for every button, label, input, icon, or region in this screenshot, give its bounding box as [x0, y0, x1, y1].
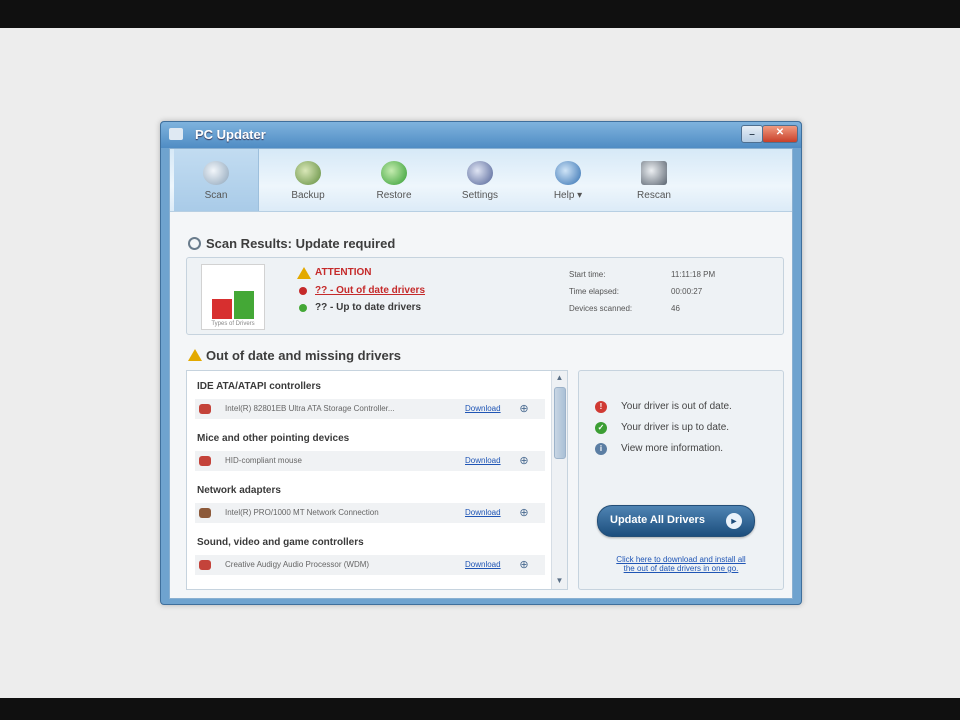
info-icon[interactable]: ⊕ — [517, 506, 531, 520]
legend-out-of-date: Your driver is out of date. — [621, 401, 732, 412]
download-all-link[interactable]: Click here to download and install all t… — [589, 555, 773, 573]
legend-panel: ! Your driver is out of date. ✓ Your dri… — [578, 370, 784, 590]
driver-name: Intel(R) PRO/1000 MT Network Connection — [225, 508, 379, 517]
drivers-section-title: Out of date and missing drivers — [206, 348, 402, 363]
help-icon — [555, 161, 581, 185]
download-all-line-2: the out of date drivers in one go. — [623, 564, 739, 573]
driver-row[interactable]: Intel(R) PRO/1000 MT Network Connection … — [195, 503, 545, 523]
stat-label: Devices scanned: — [569, 304, 633, 313]
update-all-label: Update All Drivers — [610, 514, 705, 526]
scan-results-title: Scan Results: Update required — [206, 236, 396, 251]
toolbar-restore-button[interactable]: Restore — [352, 149, 436, 211]
scroll-up-icon[interactable]: ▲ — [554, 373, 565, 383]
driver-name: Intel(R) 82801EB Ultra ATA Storage Contr… — [225, 404, 395, 413]
toolbar-label: Restore — [376, 190, 412, 201]
out-of-date-dot-icon — [299, 287, 307, 295]
check-icon: ✓ — [595, 422, 607, 434]
stat-label: Time elapsed: — [569, 287, 619, 296]
driver-row[interactable]: Intel(R) 82801EB Ultra ATA Storage Contr… — [195, 399, 545, 419]
device-icon — [199, 456, 211, 466]
window-title: PC Updater — [195, 127, 266, 142]
up-to-date-dot-icon — [299, 304, 307, 312]
app-window: PC Updater – ✕ Scan Backup Restore Setti… — [160, 121, 802, 605]
title-bar[interactable]: PC Updater – ✕ — [161, 122, 801, 148]
driver-status-mini-chart: Types of Drivers — [201, 264, 265, 330]
scroll-down-icon[interactable]: ▼ — [554, 576, 565, 586]
legend-more-info: View more information. — [621, 443, 724, 454]
toolbar-settings-button[interactable]: Settings — [438, 149, 522, 211]
magnifier-icon — [188, 237, 201, 250]
driver-list[interactable]: IDE ATA/ATAPI controllers Intel(R) 82801… — [186, 370, 568, 590]
info-icon[interactable]: ⊕ — [517, 558, 531, 572]
download-link[interactable]: Download — [465, 456, 501, 465]
driver-name: Creative Audigy Audio Processor (WDM) — [225, 560, 370, 569]
download-all-line-1: Click here to download and install all — [616, 555, 746, 564]
info-icon[interactable]: ⊕ — [517, 402, 531, 416]
rescan-icon — [641, 161, 667, 185]
out-of-date-count-link[interactable]: ?? - Out of date drivers — [315, 285, 425, 296]
stat-label: Start time: — [569, 270, 606, 279]
download-link[interactable]: Download — [465, 560, 501, 569]
error-icon: ! — [595, 401, 607, 413]
info-icon[interactable]: ⊕ — [517, 454, 531, 468]
stat-value: 00:00:27 — [671, 287, 703, 296]
toolbar-label: Help ▾ — [553, 190, 583, 201]
close-icon: ✕ — [775, 127, 785, 138]
toolbar-backup-button[interactable]: Backup — [266, 149, 350, 211]
category-header: IDE ATA/ATAPI controllers — [197, 381, 321, 392]
up-to-date-bar — [234, 291, 254, 319]
attention-label: ATTENTION — [315, 267, 372, 278]
letterbox-top — [0, 0, 960, 28]
letterbox-bottom — [0, 698, 960, 720]
up-to-date-count: ?? - Up to date drivers — [315, 302, 422, 313]
download-link[interactable]: Download — [465, 508, 501, 517]
warning-icon — [297, 267, 311, 279]
scan-icon — [203, 161, 229, 185]
app-icon — [169, 128, 183, 140]
category-header: Mice and other pointing devices — [197, 433, 350, 444]
driver-row[interactable]: Creative Audigy Audio Processor (WDM) Do… — [195, 555, 545, 575]
driver-row[interactable]: HID-compliant mouse Download ⊕ — [195, 451, 545, 471]
info-icon: i — [595, 443, 607, 455]
toolbar-label: Rescan — [637, 190, 671, 201]
minimize-icon: – — [749, 129, 755, 140]
toolbar-help-button[interactable]: Help ▾ — [526, 149, 610, 211]
toolbar-label: Scan — [204, 190, 228, 201]
vertical-scrollbar[interactable]: ▲ ▼ — [551, 371, 567, 589]
device-icon — [199, 560, 211, 570]
download-link[interactable]: Download — [465, 404, 501, 413]
client-area: Scan Backup Restore Settings Help ▾ Resc… — [169, 148, 793, 599]
out-of-date-bar — [212, 299, 232, 319]
stat-value: 46 — [671, 304, 680, 313]
legend-up-to-date: Your driver is up to date. — [621, 422, 730, 433]
toolbar-scan-button[interactable]: Scan — [174, 149, 259, 211]
toolbar-label: Settings — [461, 190, 499, 201]
scan-results-panel: Types of Drivers ATTENTION ?? - Out of d… — [186, 257, 784, 335]
arrow-right-icon: ► — [726, 513, 742, 529]
stat-value: 11:11:18 PM — [671, 270, 716, 279]
device-icon — [199, 508, 211, 518]
toolbar: Scan Backup Restore Settings Help ▾ Resc… — [170, 149, 792, 212]
backup-icon — [295, 161, 321, 185]
category-header: Sound, video and game controllers — [197, 537, 364, 548]
category-header: Network adapters — [197, 485, 281, 496]
minimize-button[interactable]: – — [741, 125, 763, 143]
scroll-thumb[interactable] — [554, 387, 566, 459]
toolbar-label: Backup — [291, 190, 325, 201]
close-button[interactable]: ✕ — [762, 125, 798, 143]
settings-icon — [467, 161, 493, 185]
toolbar-rescan-button[interactable]: Rescan — [612, 149, 696, 211]
warning-icon — [188, 349, 202, 361]
mini-chart-caption: Types of Drivers — [211, 321, 255, 327]
device-icon — [199, 404, 211, 414]
driver-name: HID-compliant mouse — [225, 456, 302, 465]
update-all-drivers-button[interactable]: Update All Drivers ► — [597, 505, 755, 537]
restore-icon — [381, 161, 407, 185]
